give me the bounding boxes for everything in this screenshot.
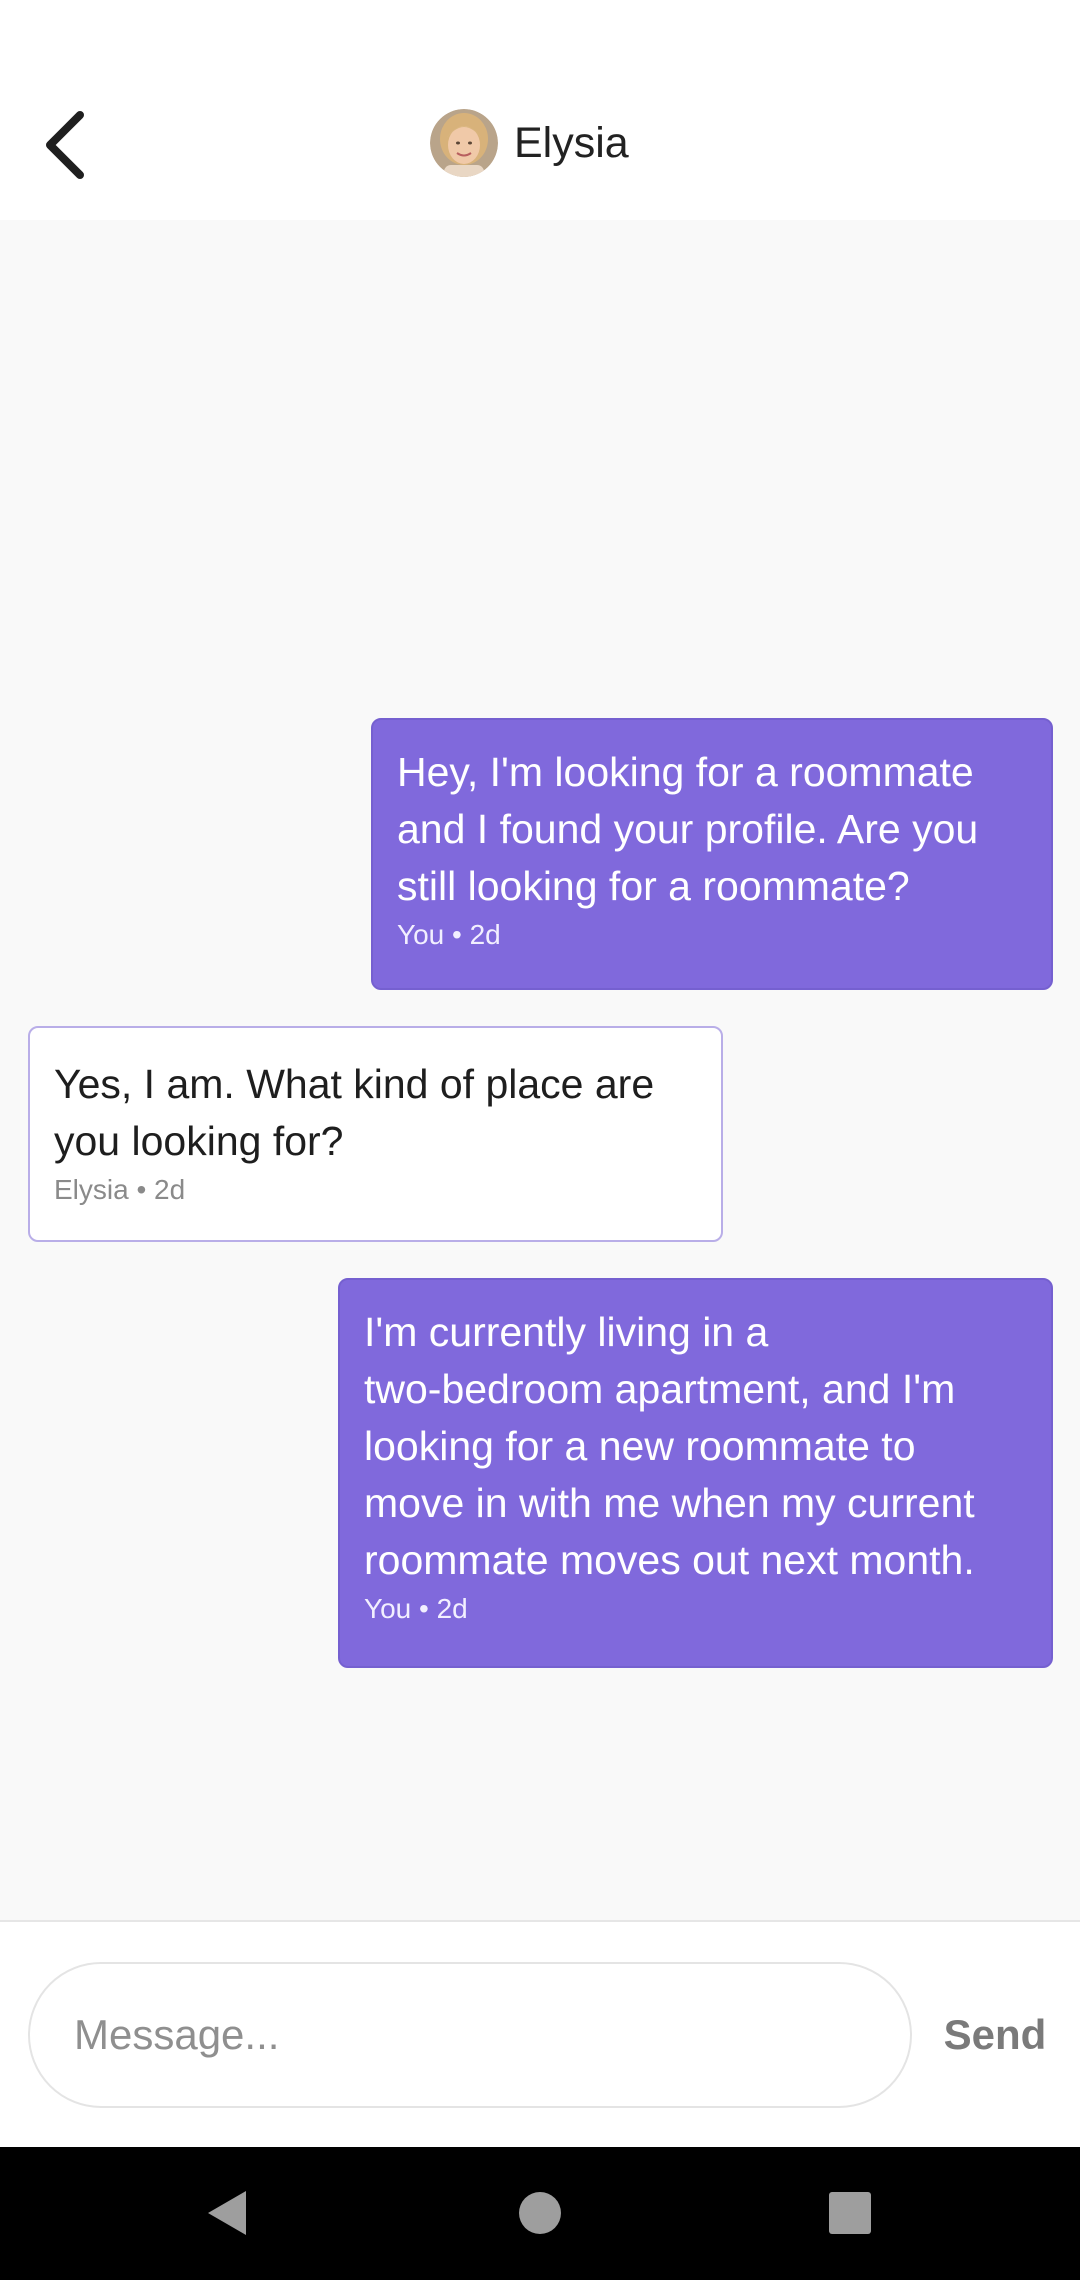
back-button[interactable]: [30, 100, 100, 190]
contact-info[interactable]: Elysia: [430, 108, 629, 178]
status-bar: [0, 0, 1080, 70]
message-text: Hey, I'm looking for a roommate and I fo…: [397, 749, 979, 909]
chat-header: Elysia: [0, 70, 1080, 220]
message-meta: Elysia • 2d: [54, 1174, 186, 1205]
system-nav-bar: [0, 2147, 1080, 2280]
circle-home-icon: [519, 2192, 561, 2234]
nav-recents-button[interactable]: [820, 2183, 880, 2243]
avatar[interactable]: [430, 109, 498, 177]
message-input[interactable]: [28, 1962, 912, 2108]
send-button[interactable]: Send: [920, 1962, 1070, 2108]
message-bubble-received[interactable]: Yes, I am. What kind of place are you lo…: [28, 1026, 723, 1242]
message-composer: Send: [0, 1920, 1080, 2147]
message-meta: You • 2d: [364, 1593, 468, 1624]
triangle-back-icon: [208, 2191, 246, 2235]
message-bubble-sent[interactable]: Hey, I'm looking for a roommate and I fo…: [371, 718, 1053, 990]
message-text: Yes, I am. What kind of place are you lo…: [54, 1061, 655, 1164]
message-bubble-sent[interactable]: I'm currently living in a two-bedroom ap…: [338, 1278, 1053, 1668]
chevron-left-icon: [46, 111, 84, 179]
message-meta: You • 2d: [397, 919, 501, 950]
message-text: I'm currently living in a two-bedroom ap…: [364, 1309, 975, 1583]
nav-back-button[interactable]: [196, 2183, 256, 2243]
square-recents-icon: [829, 2192, 871, 2234]
contact-name: Elysia: [514, 118, 629, 167]
nav-home-button[interactable]: [510, 2183, 570, 2243]
